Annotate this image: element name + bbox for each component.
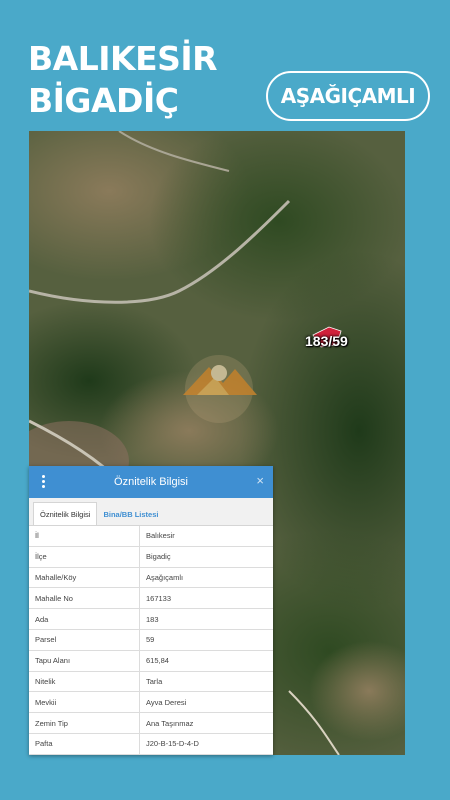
panel-tabs: Öznitelik Bilgisi Bina/BB Listesi — [29, 498, 273, 526]
panel-title: Öznitelik Bilgisi — [114, 476, 188, 488]
attribute-key: Parsel — [29, 629, 140, 651]
attribute-value: Balıkesir — [139, 526, 273, 547]
attribute-key: Pafta — [29, 733, 140, 755]
attribute-key: Mahalle/Köy — [29, 567, 140, 589]
attribute-key: Mevkii — [29, 691, 140, 714]
tab-building-list[interactable]: Bina/BB Listesi — [97, 503, 164, 525]
table-row: Nitelik Tarla — [29, 671, 273, 693]
table-row: İl Balıkesir — [29, 526, 273, 547]
attribute-key: Tapu Alanı — [29, 650, 140, 672]
attribute-panel: Öznitelik Bilgisi × Öznitelik Bilgisi Bi… — [29, 466, 273, 755]
district-title: BİGADİÇ — [28, 81, 179, 120]
attribute-value: Aşağıçamlı — [139, 567, 273, 589]
table-row: Pafta J20-B-15-D-4-D — [29, 733, 273, 755]
village-badge: AŞAĞIÇAMLI — [266, 71, 430, 121]
attribute-key: Mahalle No — [29, 587, 140, 610]
close-icon[interactable]: × — [256, 473, 264, 488]
table-row: Mevkii Ayva Deresi — [29, 691, 273, 714]
attribute-key: Ada — [29, 608, 140, 630]
attribute-value: 615,84 — [139, 650, 273, 672]
location-title: BALIKESİR BİGADİÇ — [28, 38, 218, 122]
attribute-table: İl Balıkesir İlçe Bigadiç Mahalle/Köy Aşağıça… — [29, 526, 273, 755]
attribute-key: Zemin Tip — [29, 712, 140, 734]
attribute-value: J20-B-15-D-4-D — [139, 733, 273, 755]
attribute-key: Nitelik — [29, 671, 140, 693]
panel-header: Öznitelik Bilgisi × — [29, 466, 273, 498]
table-row: İlçe Bigadiç — [29, 546, 273, 568]
attribute-value: 167133 — [139, 587, 273, 610]
table-row: Mahalle No 167133 — [29, 587, 273, 610]
parcel-label[interactable]: 183/59 — [305, 333, 348, 349]
attribute-value: Bigadiç — [139, 546, 273, 568]
attribute-value: Tarla — [139, 671, 273, 693]
tab-attribute-info[interactable]: Öznitelik Bilgisi — [33, 502, 98, 525]
table-row: Ada 183 — [29, 608, 273, 630]
province-title: BALIKESİR — [28, 39, 218, 78]
attribute-value: 183 — [139, 608, 273, 630]
table-row: Mahalle/Köy Aşağıçamlı — [29, 567, 273, 589]
attribute-key: İl — [29, 526, 140, 547]
attribute-value: 59 — [139, 629, 273, 651]
more-vert-icon[interactable] — [42, 475, 46, 489]
attribute-key: İlçe — [29, 546, 140, 568]
attribute-value: Ana Taşınmaz — [139, 712, 273, 734]
attribute-value: Ayva Deresi — [139, 691, 273, 714]
table-row: Parsel 59 — [29, 629, 273, 651]
table-row: Zemin Tip Ana Taşınmaz — [29, 712, 273, 734]
table-row: Tapu Alanı 615,84 — [29, 650, 273, 672]
